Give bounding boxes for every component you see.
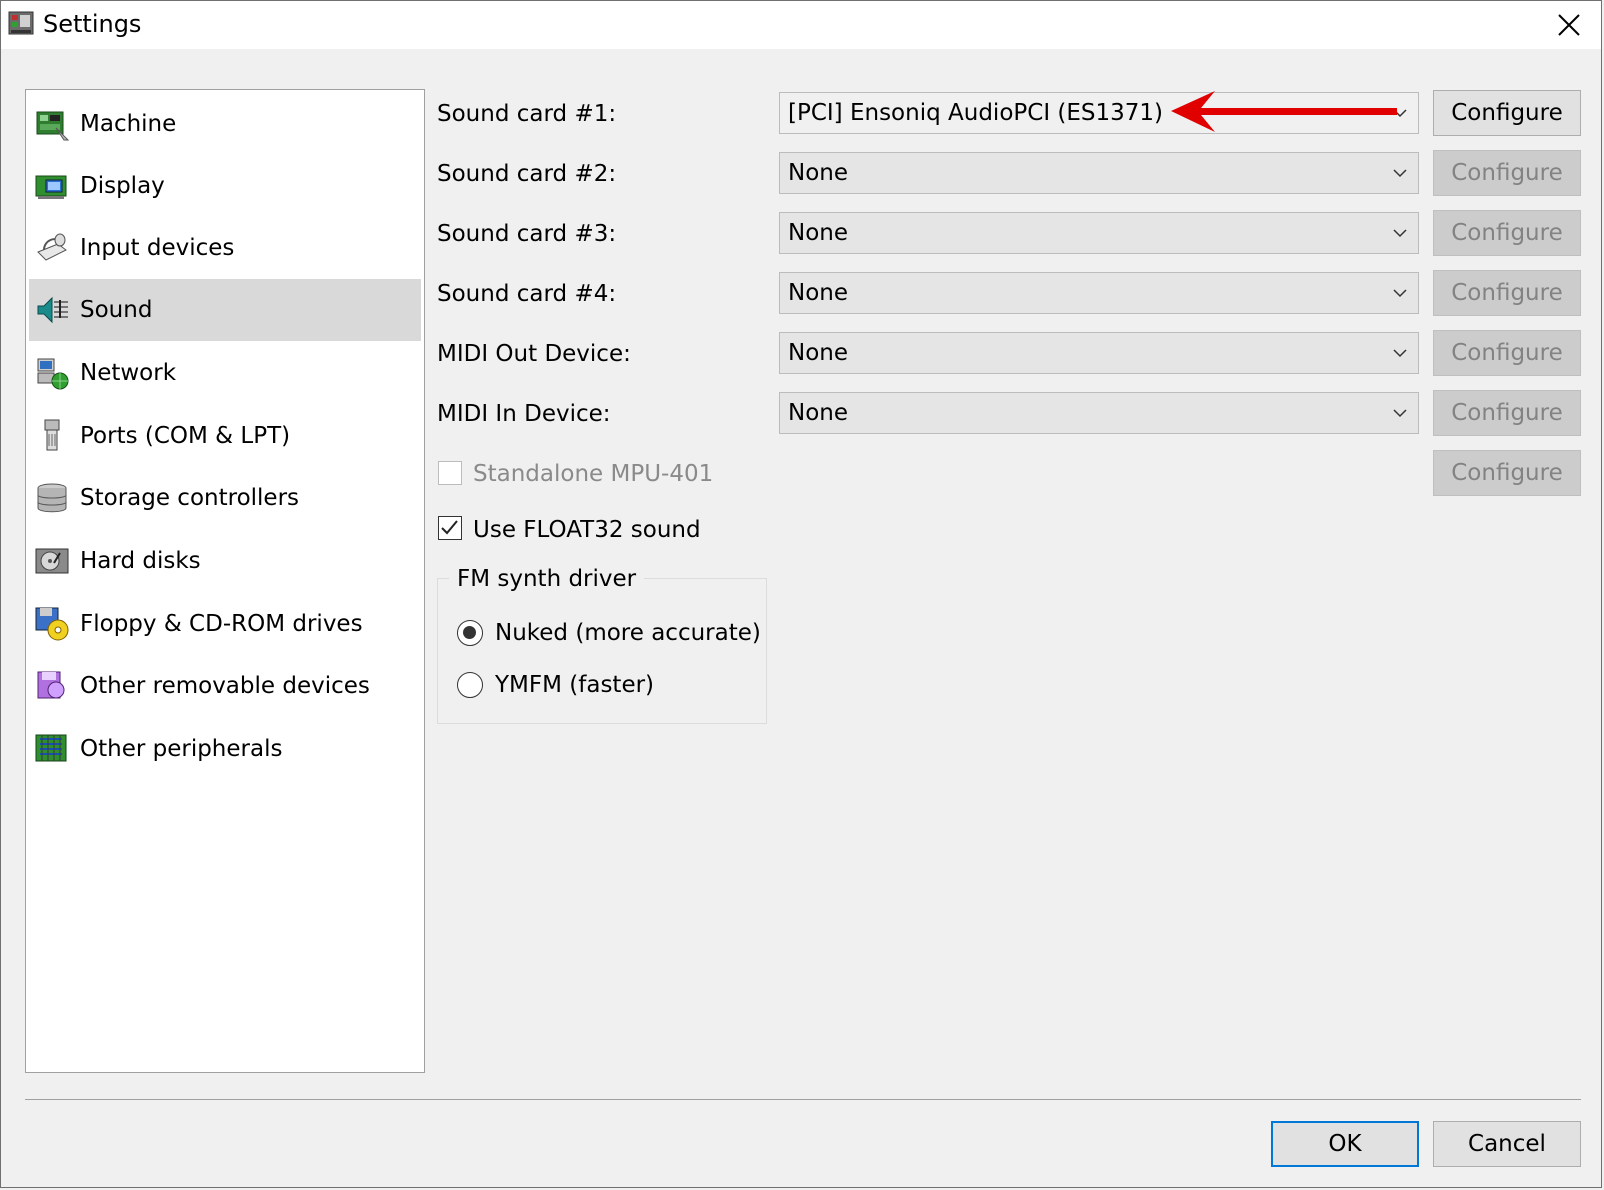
midi-out-label: MIDI Out Device: — [437, 341, 631, 367]
sidebar-item-label: Ports (COM & LPT) — [80, 423, 291, 449]
removable-devices-icon — [37, 671, 65, 699]
ymfm-radio[interactable] — [457, 672, 483, 698]
midi-out-select[interactable]: None — [779, 332, 1419, 374]
sound-card-2-value: None — [788, 160, 849, 186]
chevron-down-icon — [1393, 229, 1407, 238]
sidebar-item-display[interactable]: Display — [29, 155, 421, 217]
close-button[interactable] — [1537, 1, 1601, 49]
sound-card-4-label: Sound card #4: — [437, 281, 617, 307]
input-devices-icon — [37, 233, 67, 261]
display-icon — [35, 175, 67, 199]
checkmark-icon — [441, 520, 458, 535]
peripherals-icon — [35, 734, 67, 762]
red-arrow-annotation — [1171, 91, 1397, 132]
float32-label: Use FLOAT32 sound — [473, 517, 701, 543]
sidebar-item-storage-controllers[interactable]: Storage controllers — [29, 467, 421, 529]
sound-card-3-select[interactable]: None — [779, 212, 1419, 254]
sidebar-item-floppy-cdrom[interactable]: Floppy & CD-ROM drives — [29, 593, 421, 655]
sidebar-item-label: Network — [80, 360, 177, 386]
chevron-down-icon — [1393, 409, 1407, 418]
nuked-label: Nuked (more accurate) — [495, 620, 761, 646]
sound-card-1-label: Sound card #1: — [437, 101, 617, 127]
sound-card-1-value: [PCI] Ensoniq AudioPCI (ES1371) — [788, 100, 1164, 126]
network-icon — [37, 358, 69, 390]
chevron-down-icon — [1393, 169, 1407, 178]
sound-card-4-configure-button: Configure — [1433, 270, 1581, 316]
close-icon — [1558, 14, 1580, 36]
hard-disks-icon — [35, 548, 69, 574]
standalone-mpu-configure-button: Configure — [1433, 450, 1581, 496]
sound-card-2-configure-button: Configure — [1433, 150, 1581, 196]
floppy-cdrom-icon — [35, 607, 69, 641]
fm-synth-groupbox — [437, 578, 767, 724]
settings-category-list[interactable]: Machine Display Input devices Sound Netw… — [25, 89, 425, 1073]
radio-selected-dot — [463, 626, 476, 639]
sidebar-item-label: Storage controllers — [80, 485, 300, 511]
chevron-down-icon — [1393, 289, 1407, 298]
standalone-mpu-checkbox — [438, 461, 462, 485]
sidebar-item-label: Input devices — [80, 235, 235, 261]
cancel-button[interactable]: Cancel — [1433, 1121, 1581, 1167]
sidebar-item-label: Floppy & CD-ROM drives — [80, 611, 363, 637]
title-bar: Settings — [1, 1, 1601, 49]
sound-icon — [37, 296, 68, 324]
settings-window: Settings Machine Display Input devices S… — [0, 0, 1602, 1188]
machine-icon — [36, 111, 70, 141]
float32-checkbox[interactable] — [438, 516, 462, 540]
midi-out-configure-button: Configure — [1433, 330, 1581, 376]
footer-separator — [25, 1099, 1581, 1100]
ymfm-label: YMFM (faster) — [495, 672, 655, 698]
sound-card-1-configure-button[interactable]: Configure — [1433, 90, 1581, 136]
midi-out-value: None — [788, 340, 849, 366]
sound-card-4-value: None — [788, 280, 849, 306]
sidebar-item-sound[interactable]: Sound — [29, 279, 421, 341]
ports-icon — [44, 419, 60, 451]
sidebar-item-removable-devices[interactable]: Other removable devices — [29, 655, 421, 717]
sound-card-3-label: Sound card #3: — [437, 221, 617, 247]
sidebar-item-network[interactable]: Network — [29, 342, 421, 404]
sidebar-item-other-peripherals[interactable]: Other peripherals — [29, 718, 421, 780]
sidebar-item-label: Other removable devices — [80, 673, 370, 699]
sidebar-item-machine[interactable]: Machine — [29, 93, 421, 155]
sidebar-item-label: Sound — [80, 297, 153, 323]
sidebar-item-ports[interactable]: Ports (COM & LPT) — [29, 405, 421, 467]
midi-in-value: None — [788, 400, 849, 426]
sound-card-2-select[interactable]: None — [779, 152, 1419, 194]
sound-card-3-configure-button: Configure — [1433, 210, 1581, 256]
sidebar-item-label: Hard disks — [80, 548, 201, 574]
sidebar-item-hard-disks[interactable]: Hard disks — [29, 530, 421, 592]
sidebar-item-input-devices[interactable]: Input devices — [29, 217, 421, 279]
app-icon — [8, 11, 34, 35]
midi-in-label: MIDI In Device: — [437, 401, 611, 427]
sidebar-item-label: Other peripherals — [80, 736, 283, 762]
sound-card-4-select[interactable]: None — [779, 272, 1419, 314]
midi-in-select[interactable]: None — [779, 392, 1419, 434]
ok-button[interactable]: OK — [1271, 1121, 1419, 1167]
storage-controllers-icon — [37, 483, 67, 513]
sidebar-item-label: Display — [80, 173, 165, 199]
standalone-mpu-label: Standalone MPU-401 — [473, 461, 714, 487]
chevron-down-icon — [1393, 349, 1407, 358]
window-title: Settings — [43, 10, 142, 38]
sound-card-2-label: Sound card #2: — [437, 161, 617, 187]
fm-synth-group-title: FM synth driver — [449, 564, 645, 594]
sound-card-3-value: None — [788, 220, 849, 246]
nuked-radio[interactable] — [457, 620, 483, 646]
midi-in-configure-button: Configure — [1433, 390, 1581, 436]
sidebar-item-label: Machine — [80, 111, 177, 137]
